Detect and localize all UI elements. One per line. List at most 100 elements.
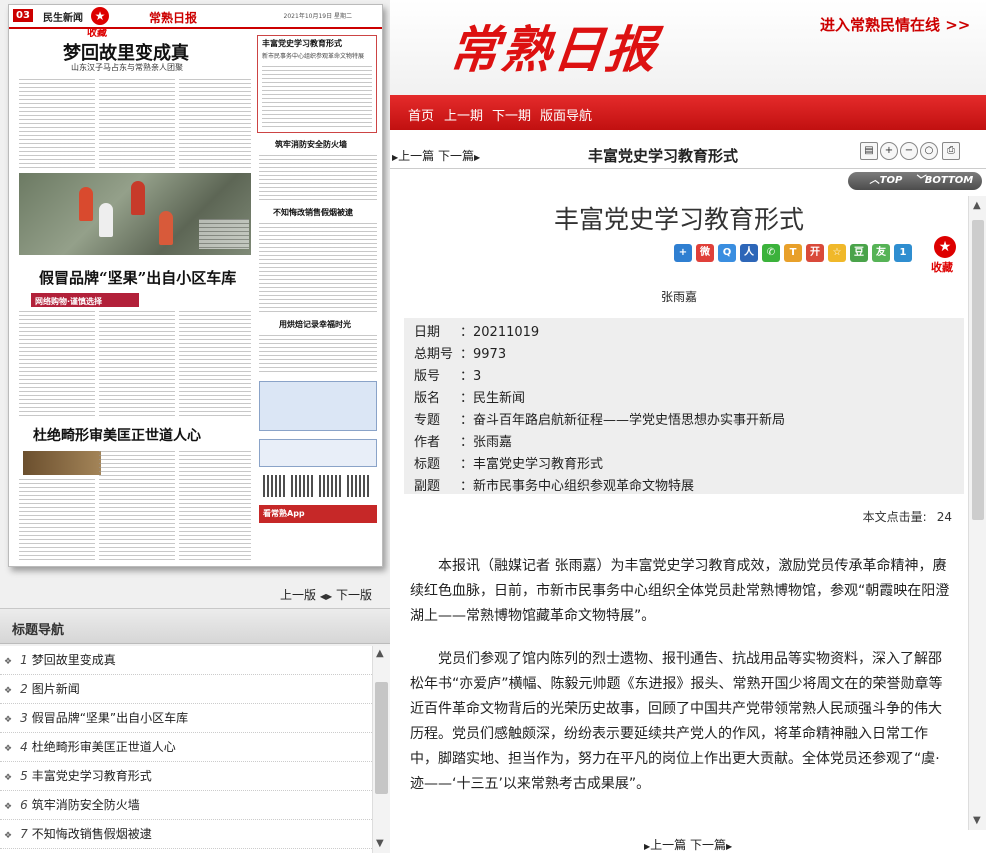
bullet-icon: ❖ [4,744,13,754]
thumb-small-photo [23,451,101,475]
title-nav-item[interactable]: ❖ 7 不知悔改销售假烟被逮 [0,820,372,849]
share-kaixin-icon[interactable]: 开 [806,244,824,262]
meta-value: 3 [473,369,482,384]
scroll-up-icon[interactable]: ▲ [973,200,981,211]
thumb-side-title-3[interactable]: 不知悔改销售假烟被逮 [269,205,357,220]
thumb-text-block [99,311,175,419]
title-nav-item[interactable]: ❖ 4 杜绝畸形审美匡正世道人心 [0,733,372,762]
zoom-in-icon[interactable]: + [880,142,898,160]
star-icon[interactable]: ★ [934,236,956,258]
chevron-right-icon[interactable]: ▶ [474,153,480,162]
menu-home[interactable]: 首页 [408,105,434,124]
title-nav-item[interactable]: ❖ 3 假冒品牌“坚果”出自小区车库 [0,704,372,733]
scroll-up-icon[interactable]: ▲ [376,648,384,659]
title-nav-label[interactable]: 图片新闻 [32,682,80,696]
scroll-thumb[interactable] [375,682,388,794]
meta-row: 作者 ：张雨嘉 [414,432,964,454]
bottom-article-nav: ▶上一篇 下一篇▶ [644,836,732,853]
article-content[interactable]: 丰富党史学习教育形式 + 微 Q 人 ✆ T 开 ☆ 豆 友 1 ★ 收藏 张雨… [390,196,968,830]
thumb-stripe-text: 网络购物·谨慎选择 [35,297,103,306]
thumb-side-article-1[interactable]: 丰富党史学习教育形式 新市民事务中心组织参观革命文物特展 [257,35,377,133]
title-nav-label[interactable]: 梦回故里变成真 [32,653,116,667]
article-meta-box: 日期 ：20211019 总期号 ：9973 版号 ：3 版名 ：民生新闻 专题 ：奋斗百… [404,318,964,494]
thumb-app-bar-text: 看常熟App [263,509,305,518]
bottom-prev-link[interactable]: 上一篇 [650,838,686,852]
share-friends-icon[interactable]: 友 [872,244,890,262]
thumb-text-block [99,451,175,561]
title-nav-num: 5 [20,769,28,783]
chevron-right-icon[interactable]: ▶ [726,842,732,851]
qr-code-icon [347,475,369,497]
prev-page-link[interactable]: 上一版 [280,588,316,602]
bullet-icon: ❖ [4,686,13,696]
share-douban-green-icon[interactable]: 豆 [850,244,868,262]
thumb-text-block [19,479,95,561]
thumb-side-title-4[interactable]: 用烘焙记录幸福时光 [275,317,355,332]
thumb-stripe-label: 网络购物·谨慎选择 [31,293,139,307]
thumb-text-block [259,223,377,313]
title-nav-scrollbar[interactable]: ▲ ▼ [372,646,390,853]
zoom-reset-icon[interactable]: ○ [920,142,938,160]
title-nav-label[interactable]: 杜绝畸形审美匡正世道人心 [32,740,176,754]
title-nav-num: 4 [20,740,28,754]
menu-prev-issue[interactable]: 上一期 [444,105,483,124]
scroll-down-icon[interactable]: ▼ [973,815,981,826]
share-qzone-icon[interactable]: Q [718,244,736,262]
thumbnail-favorite-label[interactable]: 收藏 [87,24,107,39]
prev-article-link[interactable]: 上一篇 [398,149,434,163]
title-nav-item[interactable]: ❖ 6 筑牢消防安全防火墙 [0,791,372,820]
article-toolbar: ▶上一篇 下一篇▶ 丰富党史学习教育形式 ▤ + − ○ ⎙ [390,139,986,169]
title-nav-label[interactable]: 筑牢消防安全防火墙 [32,798,140,812]
article-paragraph: 本报讯（融媒记者 张雨嘉）为丰富党史学习教育成效，激励党员传承革命精神，赓续红色… [410,558,950,624]
scroll-top-label: TOP [879,175,903,186]
thumb-ad-box [259,381,377,431]
share-wechat-icon[interactable]: ✆ [762,244,780,262]
share-douban-icon[interactable]: T [784,244,802,262]
meta-key: 日期 [414,325,441,340]
site-banner: 常熟日报 进入常熟民情在线 >> [390,0,986,95]
thumb-headline-3[interactable]: 杜绝畸形审美匡正世道人心 [33,425,201,445]
title-nav-item[interactable]: ❖ 2 图片新闻 [0,675,372,704]
right-pane: 常熟日报 进入常熟民情在线 >> 首页 上一期 下一期 版面导航 ▶ 上一篇 下一… [390,0,986,853]
title-nav-item[interactable]: ❖ 1 梦回故里变成真 [0,646,372,675]
print-icon[interactable]: ⎙ [942,142,960,160]
title-nav-label[interactable]: 不知悔改销售假烟被逮 [32,827,152,841]
title-nav-label[interactable]: 丰富党史学习教育形式 [32,769,152,783]
thumb-text-block [179,311,251,419]
star-icon[interactable]: ★ [91,7,109,25]
meta-value: 奋斗百年路启航新征程——学党史悟思想办实事开新局 [473,413,786,428]
next-page-link[interactable]: 下一版 [336,588,372,602]
chevron-right-icon[interactable]: ▶ [326,592,332,601]
bottom-next-link[interactable]: 下一篇 [690,838,726,852]
photo-figure [131,181,145,215]
qr-code-icon [319,475,341,497]
article-scrollbar[interactable]: ▲ ▼ [968,196,986,830]
zoom-out-icon[interactable]: − [900,142,918,160]
newspaper-page-thumbnail[interactable]: 03 民生新闻 常熟日报 2021年10月19日 星期二 ★ 收藏 梦回故里变成… [8,4,383,567]
thumb-subhead-1: 山东汉子马占东与常熟亲人团聚 [71,63,183,72]
thumb-text-block [262,66,372,128]
scroll-bottom-button[interactable]: ﹀BOTTOM [906,172,982,190]
menu-next-issue[interactable]: 下一期 [492,105,531,124]
article-favorite-label[interactable]: 收藏 [931,259,953,275]
document-icon[interactable]: ▤ [860,142,878,160]
site-masthead[interactable]: 常熟日报 [446,10,662,82]
scroll-down-icon[interactable]: ▼ [376,838,384,849]
share-more-icon[interactable]: 1 [894,244,912,262]
qr-code-icon [263,475,285,497]
title-nav-item[interactable]: ❖ 5 丰富党史学习教育形式 [0,762,372,791]
title-nav-label[interactable]: 假冒品牌“坚果”出自小区车库 [32,711,188,725]
thumb-side-title-2[interactable]: 筑牢消防安全防火墙 [271,137,351,152]
share-renren-icon[interactable]: 人 [740,244,758,262]
photo-figure [79,187,93,221]
minqing-online-link[interactable]: 进入常熟民情在线 >> [820,14,970,35]
paper-date: 2021年10月19日 星期二 [283,13,352,20]
scroll-thumb[interactable] [972,220,984,520]
share-plus-icon[interactable]: + [674,244,692,262]
next-article-link[interactable]: 下一篇 [438,149,474,163]
thumb-headline-2[interactable]: 假冒品牌“坚果”出自小区车库 [39,267,236,288]
share-weibo-icon[interactable]: 微 [696,244,714,262]
menu-layout-nav[interactable]: 版面导航 [540,105,592,124]
meta-value: 新市民事务中心组织参观革命文物特展 [473,479,695,494]
share-star-icon[interactable]: ☆ [828,244,846,262]
